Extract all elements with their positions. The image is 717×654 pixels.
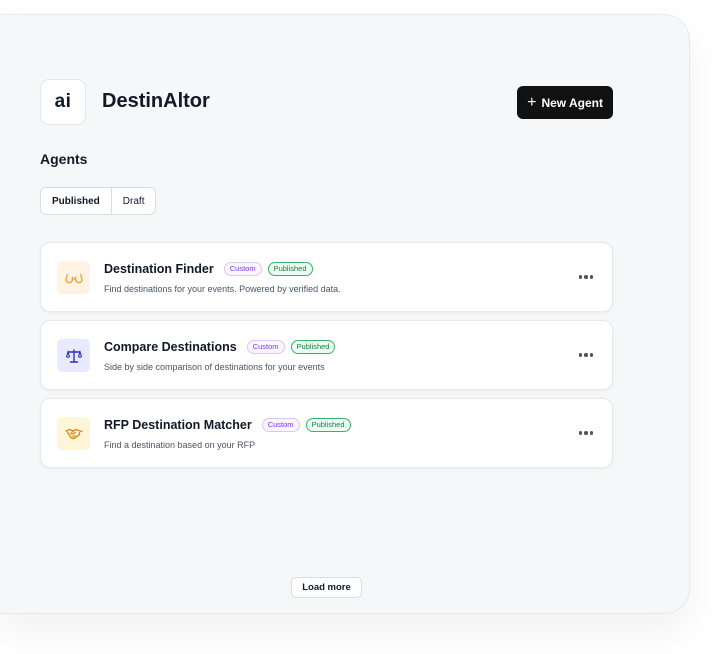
agent-description: Find destinations for your events. Power…	[104, 284, 341, 294]
app-logo: ai	[40, 79, 86, 125]
agent-card-rfp-destination-matcher[interactable]: RFP Destination Matcher Custom Published…	[40, 398, 613, 468]
logo-text: ai	[54, 91, 72, 112]
custom-badge: Custom	[246, 340, 285, 354]
glasses-icon	[57, 261, 90, 294]
custom-badge: Custom	[261, 418, 300, 432]
handshake-icon-graphic	[64, 428, 83, 439]
more-options-icon[interactable]	[577, 269, 595, 285]
load-more-button[interactable]: Load more	[291, 577, 362, 598]
published-badge: Published	[290, 340, 336, 354]
agent-name: Compare Destinations	[104, 340, 237, 354]
scale-icon	[57, 339, 90, 372]
published-badge: Published	[305, 418, 351, 432]
status-tabs: Published Draft	[40, 187, 157, 215]
more-options-icon[interactable]	[577, 347, 595, 363]
agent-name: Destination Finder	[104, 262, 214, 276]
new-agent-label: New Agent	[541, 95, 603, 110]
page-header: ai DestinAltor + New Agent	[40, 79, 613, 127]
agent-card-destination-finder[interactable]: Destination Finder Custom Published Find…	[40, 242, 613, 312]
tab-draft[interactable]: Draft	[112, 188, 156, 214]
agent-card-compare-destinations[interactable]: Compare Destinations Custom Published Si…	[40, 320, 613, 390]
agent-description: Find a destination based on your RFP	[104, 440, 256, 450]
more-options-icon[interactable]	[577, 425, 595, 441]
section-title: Agents	[40, 151, 88, 167]
plus-icon: +	[527, 93, 537, 111]
published-badge: Published	[267, 262, 313, 276]
page-title: DestinAltor	[102, 90, 210, 112]
agent-description: Side by side comparison of destinations …	[104, 362, 325, 372]
glasses-icon-graphic	[64, 273, 83, 283]
new-agent-button[interactable]: + New Agent	[517, 86, 613, 119]
scale-icon-graphic	[65, 348, 82, 363]
tab-published[interactable]: Published	[41, 188, 112, 214]
agent-list: Destination Finder Custom Published Find…	[40, 242, 613, 476]
agent-title-row: RFP Destination Matcher Custom Published	[104, 418, 351, 432]
handshake-icon	[57, 417, 90, 450]
agent-title-row: Destination Finder Custom Published	[104, 262, 313, 276]
agent-name: RFP Destination Matcher	[104, 418, 252, 432]
custom-badge: Custom	[223, 262, 262, 276]
agent-title-row: Compare Destinations Custom Published	[104, 340, 336, 354]
